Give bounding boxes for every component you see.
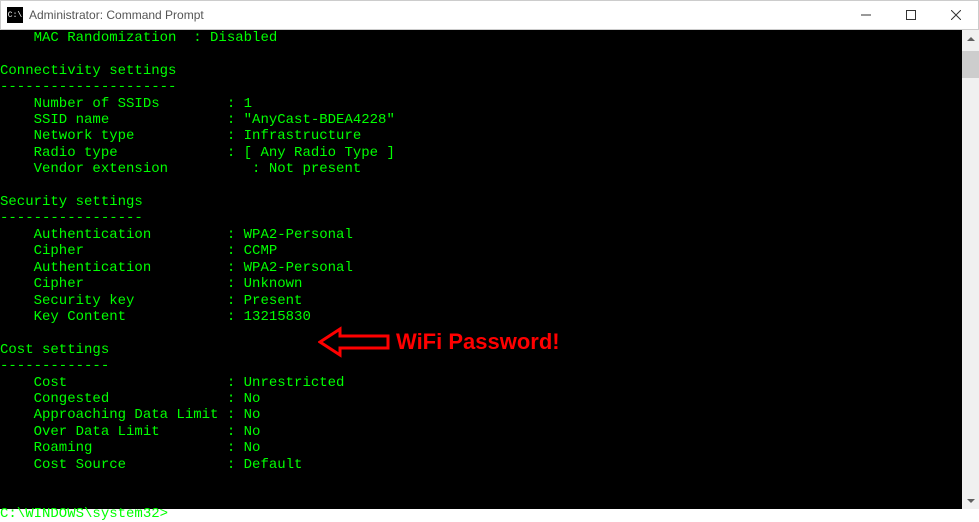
line-sec-dash: ----------------- — [0, 210, 143, 226]
vertical-scrollbar[interactable] — [962, 30, 979, 509]
window-controls — [843, 1, 978, 29]
cmd-icon: C:\ — [7, 7, 23, 23]
line-sec-hdr: Security settings — [0, 194, 143, 210]
line-num-ssids: Number of SSIDs : 1 — [0, 96, 252, 112]
terminal-output: MAC Randomization : Disabled Connectivit… — [0, 30, 979, 522]
line-conn-hdr: Connectivity settings — [0, 63, 176, 79]
line-mac-rand: MAC Randomization : Disabled — [0, 30, 277, 46]
line-over-limit: Over Data Limit : No — [0, 424, 260, 440]
line-auth2: Authentication : WPA2-Personal — [0, 260, 353, 276]
scroll-up-button[interactable] — [962, 30, 979, 47]
line-auth1: Authentication : WPA2-Personal — [0, 227, 353, 243]
maximize-button[interactable] — [888, 1, 933, 29]
line-net-type: Network type : Infrastructure — [0, 128, 361, 144]
line-key-content: Key Content : 13215830 — [0, 309, 311, 325]
cursor — [168, 508, 176, 522]
line-sec-key: Security key : Present — [0, 293, 302, 309]
line-cost-dash: ------------- — [0, 358, 109, 374]
scroll-down-button[interactable] — [962, 492, 979, 509]
line-cost: Cost : Unrestricted — [0, 375, 344, 391]
line-prompt: C:\WINDOWS\system32> — [0, 506, 168, 522]
terminal-area[interactable]: MAC Randomization : Disabled Connectivit… — [0, 30, 979, 509]
line-ssid-name: SSID name : "AnyCast-BDEA4228" — [0, 112, 395, 128]
line-cipher2: Cipher : Unknown — [0, 276, 302, 292]
line-cost-hdr: Cost settings — [0, 342, 109, 358]
line-radio-type: Radio type : [ Any Radio Type ] — [0, 145, 395, 161]
line-conn-dash: --------------------- — [0, 79, 176, 95]
line-roaming: Roaming : No — [0, 440, 260, 456]
scroll-track[interactable] — [962, 47, 979, 492]
line-congested: Congested : No — [0, 391, 260, 407]
scroll-thumb[interactable] — [962, 51, 979, 78]
titlebar[interactable]: C:\ Administrator: Command Prompt — [0, 0, 979, 30]
line-appr-limit: Approaching Data Limit : No — [0, 407, 260, 423]
minimize-button[interactable] — [843, 1, 888, 29]
close-button[interactable] — [933, 1, 978, 29]
line-cipher1: Cipher : CCMP — [0, 243, 277, 259]
window-title: Administrator: Command Prompt — [29, 8, 204, 22]
line-cost-source: Cost Source : Default — [0, 457, 302, 473]
line-vendor-ext: Vendor extension : Not present — [0, 161, 361, 177]
